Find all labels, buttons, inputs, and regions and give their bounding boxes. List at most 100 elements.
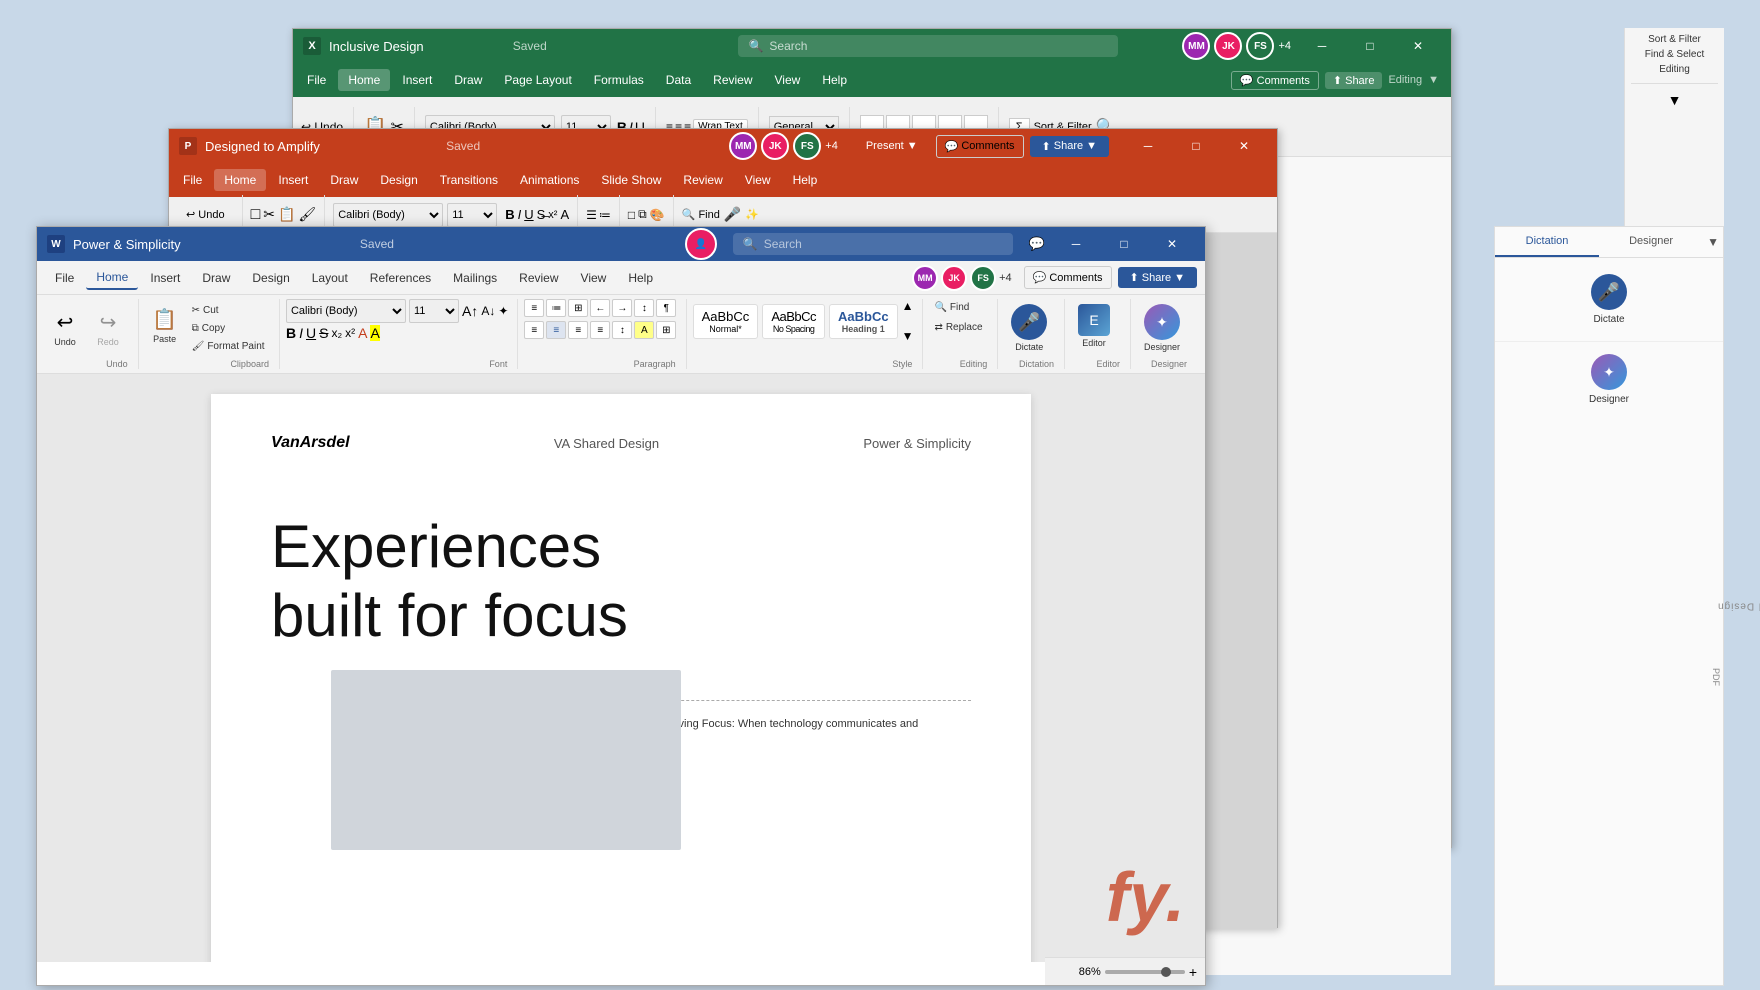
ppt-quickstyles-btn[interactable]: 🎨 xyxy=(650,208,665,222)
dictation-panel-tab[interactable]: Dictation xyxy=(1495,227,1599,257)
word-menu-mailings[interactable]: Mailings xyxy=(443,267,507,289)
excel-close-btn[interactable]: ✕ xyxy=(1395,29,1441,63)
excel-menu-insert[interactable]: Insert xyxy=(392,69,442,91)
word-copy-btn[interactable]: ⧉ Copy xyxy=(187,320,270,337)
word-menu-view[interactable]: View xyxy=(571,267,617,289)
excel-menu-file[interactable]: File xyxy=(297,69,336,91)
excel-expand-icon[interactable]: ▼ xyxy=(1631,92,1718,108)
word-clear-format-btn[interactable]: ✦ xyxy=(498,304,508,318)
word-replace-btn[interactable]: ⇄ Replace xyxy=(929,319,987,336)
ppt-menu-animations[interactable]: Animations xyxy=(510,169,589,191)
ppt-menu-transitions[interactable]: Transitions xyxy=(430,169,508,191)
ppt-close-btn[interactable]: ✕ xyxy=(1221,129,1267,163)
word-comments-btn[interactable]: 💬 Comments xyxy=(1024,266,1112,289)
word-align-right-btn[interactable]: ≡ xyxy=(568,321,588,339)
word-line-spacing-btn[interactable]: ↕ xyxy=(612,321,632,339)
excel-menu-pagelayout[interactable]: Page Layout xyxy=(494,69,581,91)
word-redo-btn[interactable]: ↪ Redo xyxy=(88,305,128,352)
word-bold-btn[interactable]: B xyxy=(286,325,296,341)
word-shading-btn[interactable]: A xyxy=(634,321,654,339)
word-show-marks-btn[interactable]: ¶ xyxy=(656,299,676,317)
ppt-font-select[interactable]: Calibri (Body) xyxy=(333,203,443,227)
word-multilevel-btn[interactable]: ⊞ xyxy=(568,299,588,317)
panel-collapse-btn[interactable]: ▼ xyxy=(1703,227,1723,257)
word-menu-insert[interactable]: Insert xyxy=(140,267,190,289)
word-menu-help[interactable]: Help xyxy=(618,267,663,289)
ppt-paste-icon[interactable]: 📋 xyxy=(278,206,295,223)
ppt-designer-sparkle-btn[interactable]: ✨ xyxy=(745,208,759,221)
word-style-nospace[interactable]: AaBbCc No Spacing xyxy=(762,304,825,339)
ppt-menu-file[interactable]: File xyxy=(173,169,212,191)
ppt-bold-btn[interactable]: B xyxy=(505,207,514,222)
ppt-menu-insert[interactable]: Insert xyxy=(268,169,318,191)
ppt-comments-btn[interactable]: 💬 Comments xyxy=(936,135,1024,158)
excel-menu-data[interactable]: Data xyxy=(656,69,701,91)
excel-comments-btn[interactable]: 💬 Comments xyxy=(1231,71,1319,90)
ppt-strikethrough-btn[interactable]: S̶ xyxy=(537,207,546,222)
word-format-paint-btn[interactable]: 🖌 Format Paint xyxy=(187,338,270,355)
word-dictate-btn[interactable]: 🎤 Dictate xyxy=(1004,299,1054,357)
ppt-menu-help[interactable]: Help xyxy=(783,169,828,191)
ppt-menu-view[interactable]: View xyxy=(735,169,781,191)
word-justify-btn[interactable]: ≡ xyxy=(590,321,610,339)
word-align-left-btn[interactable]: ≡ xyxy=(524,321,544,339)
word-menu-file[interactable]: File xyxy=(45,267,84,289)
word-style-heading1[interactable]: AaBbCc Heading 1 xyxy=(829,304,898,339)
ppt-bullet-btn[interactable]: ☰ xyxy=(586,208,597,222)
dictate-mic-btn[interactable]: 🎤 Dictate xyxy=(1591,274,1627,325)
excel-menu-draw[interactable]: Draw xyxy=(444,69,492,91)
ppt-numbering-btn[interactable]: ≔ xyxy=(599,208,611,222)
word-highlight-btn[interactable]: A xyxy=(370,325,379,341)
word-bullets-btn[interactable]: ≡ xyxy=(524,299,544,317)
excel-sort-filter-btn[interactable]: Sort & Filter xyxy=(1631,34,1718,45)
word-decrease-indent-btn[interactable]: ← xyxy=(590,299,610,317)
excel-maximize-btn[interactable]: □ xyxy=(1347,29,1393,63)
word-menu-design[interactable]: Design xyxy=(242,267,299,289)
ppt-fontsize-select[interactable]: 11 xyxy=(447,203,497,227)
ppt-fontcolor-btn[interactable]: A xyxy=(560,207,569,222)
excel-find-select-btn[interactable]: Find & Select xyxy=(1631,49,1718,60)
ppt-maximize-btn[interactable]: □ xyxy=(1173,129,1219,163)
word-styles-down-btn[interactable]: ▼ xyxy=(902,329,914,343)
word-find-btn[interactable]: 🔍 Find xyxy=(929,299,987,316)
ppt-shape-btn[interactable]: □ xyxy=(628,208,635,222)
ppt-italic-btn[interactable]: I xyxy=(518,207,522,222)
ppt-arrange-btn[interactable]: ⧉ xyxy=(638,207,647,222)
ppt-share-btn[interactable]: ⬆ Share ▼ xyxy=(1030,136,1109,157)
word-italic-btn[interactable]: I xyxy=(299,325,303,341)
word-paste-btn[interactable]: 📋 Paste xyxy=(145,302,185,349)
excel-menu-view[interactable]: View xyxy=(765,69,811,91)
excel-menu-help[interactable]: Help xyxy=(812,69,857,91)
excel-search-box[interactable]: 🔍 Search xyxy=(738,35,1118,57)
word-borders-btn[interactable]: ⊞ xyxy=(656,321,676,339)
word-fontcolor-btn[interactable]: A xyxy=(358,325,367,341)
zoom-in-btn[interactable]: + xyxy=(1189,964,1197,980)
ppt-minimize-btn[interactable]: ─ xyxy=(1125,129,1171,163)
ppt-format-icon[interactable]: 🖌 xyxy=(298,206,316,223)
excel-menu-review[interactable]: Review xyxy=(703,69,762,91)
word-shrink-font-btn[interactable]: A↓ xyxy=(481,304,495,318)
word-menu-draw[interactable]: Draw xyxy=(192,267,240,289)
word-sort-btn[interactable]: ↕ xyxy=(634,299,654,317)
word-subscript-btn[interactable]: x₂ xyxy=(331,326,342,340)
word-cut-btn[interactable]: ✂ Cut xyxy=(187,302,270,319)
ppt-present-btn[interactable]: Present ▼ xyxy=(854,136,930,156)
word-search-box[interactable]: 🔍 Search xyxy=(733,233,1013,255)
ppt-find-btn[interactable]: 🔍 Find xyxy=(682,208,720,221)
word-grow-font-btn[interactable]: A↑ xyxy=(462,303,478,319)
word-maximize-btn[interactable]: □ xyxy=(1101,227,1147,261)
ppt-menu-design[interactable]: Design xyxy=(370,169,427,191)
word-menu-home[interactable]: Home xyxy=(86,266,138,290)
zoom-slider[interactable] xyxy=(1105,970,1185,974)
word-font-select[interactable]: Calibri (Body) xyxy=(286,299,406,323)
excel-share-btn[interactable]: ⬆ Share xyxy=(1325,72,1383,89)
ppt-new-slide-icon[interactable]: □ xyxy=(251,206,261,224)
ppt-menu-draw[interactable]: Draw xyxy=(320,169,368,191)
word-comments-toggle-btn[interactable]: 💬 xyxy=(1029,236,1045,252)
word-menu-review[interactable]: Review xyxy=(509,267,568,289)
ppt-dictate-btn[interactable]: 🎤 xyxy=(724,206,741,223)
word-numbering-btn[interactable]: ≔ xyxy=(546,299,566,317)
word-menu-references[interactable]: References xyxy=(360,267,441,289)
ppt-underline-btn[interactable]: U xyxy=(524,207,533,222)
excel-minimize-btn[interactable]: ─ xyxy=(1299,29,1345,63)
